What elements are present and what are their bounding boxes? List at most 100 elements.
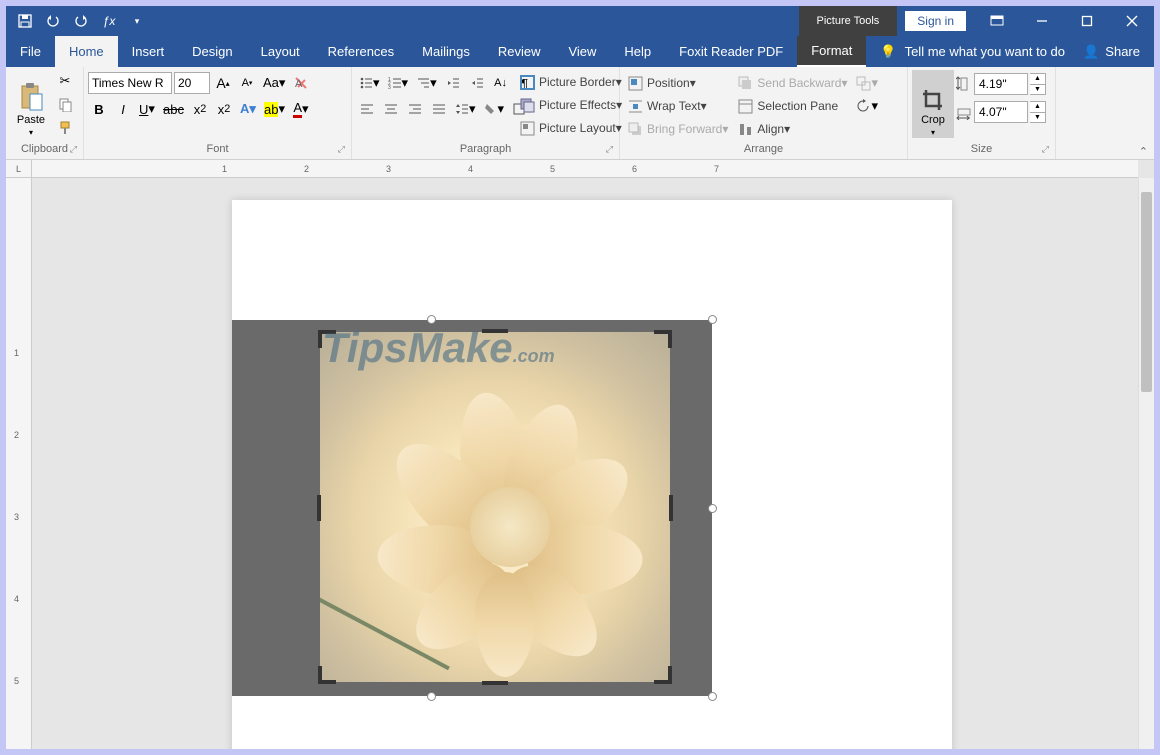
align-right-icon[interactable] <box>404 98 426 120</box>
maximize-icon[interactable] <box>1064 6 1109 36</box>
shading-icon[interactable]: ▾ <box>481 98 508 120</box>
align-center-icon[interactable] <box>380 98 402 120</box>
document-canvas[interactable]: TipsMake.com <box>32 178 1138 749</box>
vertical-ruler[interactable]: 1 2 3 4 5 <box>6 178 32 749</box>
rotate-icon[interactable]: ▾ <box>853 95 881 117</box>
size-expand-icon[interactable]: ⤢ <box>1042 142 1049 156</box>
change-case-icon[interactable]: Aa▾ <box>260 72 288 94</box>
picture-selection[interactable]: TipsMake.com <box>232 320 712 696</box>
tab-help[interactable]: Help <box>610 36 665 67</box>
crop-button[interactable]: Crop ▾ <box>912 70 954 138</box>
tab-home[interactable]: Home <box>55 36 118 67</box>
multilevel-list-icon[interactable]: ▾ <box>413 72 440 94</box>
sel-handle-tr[interactable] <box>708 315 717 324</box>
font-name-input[interactable] <box>88 72 172 94</box>
width-spinner[interactable]: ▲▼ <box>1030 101 1046 123</box>
italic-icon[interactable]: I <box>112 98 134 120</box>
minimize-icon[interactable] <box>1019 6 1064 36</box>
crop-handle-bl[interactable] <box>318 666 336 684</box>
sel-handle-r[interactable] <box>708 504 717 513</box>
picture-effects-button[interactable]: Picture Effects ▾ <box>516 94 626 116</box>
crop-handle-b[interactable] <box>482 681 508 685</box>
font-color-icon[interactable]: A▾ <box>290 98 312 120</box>
sel-handle-br[interactable] <box>708 692 717 701</box>
font-size-input[interactable] <box>174 72 210 94</box>
position-button[interactable]: Position ▾ <box>624 72 732 94</box>
picture-border-button[interactable]: Picture Border ▾ <box>516 71 626 93</box>
sign-in-button[interactable]: Sign in <box>905 11 966 31</box>
wrap-text-button[interactable]: Wrap Text ▾ <box>624 95 732 117</box>
save-icon[interactable] <box>12 6 38 36</box>
format-painter-icon[interactable] <box>54 116 76 138</box>
font-expand-icon[interactable]: ⤢ <box>338 142 345 156</box>
ribbon-tabs: File Home Insert Design Layout Reference… <box>6 36 1154 67</box>
selection-pane-button[interactable]: Selection Pane <box>734 95 851 117</box>
clear-formatting-icon[interactable]: A <box>290 72 312 94</box>
tab-layout[interactable]: Layout <box>247 36 314 67</box>
crop-handle-l[interactable] <box>317 495 321 521</box>
tab-mailings[interactable]: Mailings <box>408 36 484 67</box>
numbering-icon[interactable]: 123▾ <box>385 72 412 94</box>
collapse-ribbon-icon[interactable]: ⌃ <box>1139 145 1148 158</box>
paragraph-expand-icon[interactable]: ⤢ <box>606 142 613 156</box>
svg-text:A: A <box>295 78 303 90</box>
crop-handle-br[interactable] <box>654 666 672 684</box>
sel-handle-b[interactable] <box>427 692 436 701</box>
highlight-icon[interactable]: ab▾ <box>261 98 288 120</box>
clipboard-group-label: Clipboard <box>21 143 68 155</box>
text-effects-icon[interactable]: A▾ <box>237 98 259 120</box>
bullets-icon[interactable]: ▾ <box>356 72 383 94</box>
subscript-icon[interactable]: x2 <box>189 98 211 120</box>
superscript-icon[interactable]: x2 <box>213 98 235 120</box>
cut-icon[interactable]: ✂ <box>54 70 76 92</box>
tab-references[interactable]: References <box>314 36 408 67</box>
increase-indent-icon[interactable] <box>466 72 488 94</box>
ruler-corner[interactable]: L <box>6 160 32 178</box>
qat-customize-icon[interactable]: ▾ <box>124 6 150 36</box>
underline-icon[interactable]: U▾ <box>136 98 158 120</box>
bring-forward-button[interactable]: Bring Forward ▾ <box>624 118 732 140</box>
width-input[interactable] <box>974 101 1028 123</box>
crop-handle-r[interactable] <box>669 495 673 521</box>
decrease-indent-icon[interactable] <box>442 72 464 94</box>
group-icon[interactable]: ▾ <box>853 72 881 94</box>
sort-icon[interactable]: A↓ <box>490 72 512 94</box>
tab-design[interactable]: Design <box>178 36 246 67</box>
strikethrough-icon[interactable]: abc <box>160 98 187 120</box>
tab-view[interactable]: View <box>554 36 610 67</box>
height-spinner[interactable]: ▲▼ <box>1030 73 1046 95</box>
send-backward-button[interactable]: Send Backward ▾ <box>734 72 851 94</box>
align-left-icon[interactable] <box>356 98 378 120</box>
scroll-thumb[interactable] <box>1141 192 1152 392</box>
bold-icon[interactable]: B <box>88 98 110 120</box>
crop-handle-tr[interactable] <box>654 330 672 348</box>
sel-handle-t[interactable] <box>427 315 436 324</box>
tab-file[interactable]: File <box>6 36 55 67</box>
share-button[interactable]: 👤 Share <box>1069 36 1154 67</box>
tab-format[interactable]: Format <box>797 36 866 67</box>
close-icon[interactable] <box>1109 6 1154 36</box>
size-group-label: Size <box>971 143 992 155</box>
tab-insert[interactable]: Insert <box>118 36 179 67</box>
watermark: TipsMake.com <box>322 324 555 372</box>
justify-icon[interactable] <box>428 98 450 120</box>
ribbon-display-icon[interactable] <box>974 6 1019 36</box>
tab-review[interactable]: Review <box>484 36 555 67</box>
formula-icon[interactable]: ƒx <box>96 6 122 36</box>
shrink-font-icon[interactable]: A▾ <box>236 72 258 94</box>
line-spacing-icon[interactable]: ▾ <box>452 98 479 120</box>
align-button[interactable]: Align ▾ <box>734 118 851 140</box>
copy-icon[interactable] <box>54 93 76 115</box>
paste-button[interactable]: Paste ▾ <box>10 70 52 138</box>
grow-font-icon[interactable]: A▴ <box>212 72 234 94</box>
width-icon <box>956 104 972 120</box>
horizontal-ruler[interactable]: 1 2 3 4 5 6 7 <box>32 160 1138 178</box>
tell-me-search[interactable]: 💡 Tell me what you want to do <box>866 36 1069 67</box>
clipboard-expand-icon[interactable]: ⤢ <box>70 142 77 156</box>
vertical-scrollbar[interactable] <box>1138 178 1154 749</box>
height-input[interactable] <box>974 73 1028 95</box>
undo-icon[interactable] <box>40 6 66 36</box>
redo-icon[interactable] <box>68 6 94 36</box>
picture-layout-button[interactable]: Picture Layout ▾ <box>516 117 626 139</box>
tab-foxit[interactable]: Foxit Reader PDF <box>665 36 797 67</box>
